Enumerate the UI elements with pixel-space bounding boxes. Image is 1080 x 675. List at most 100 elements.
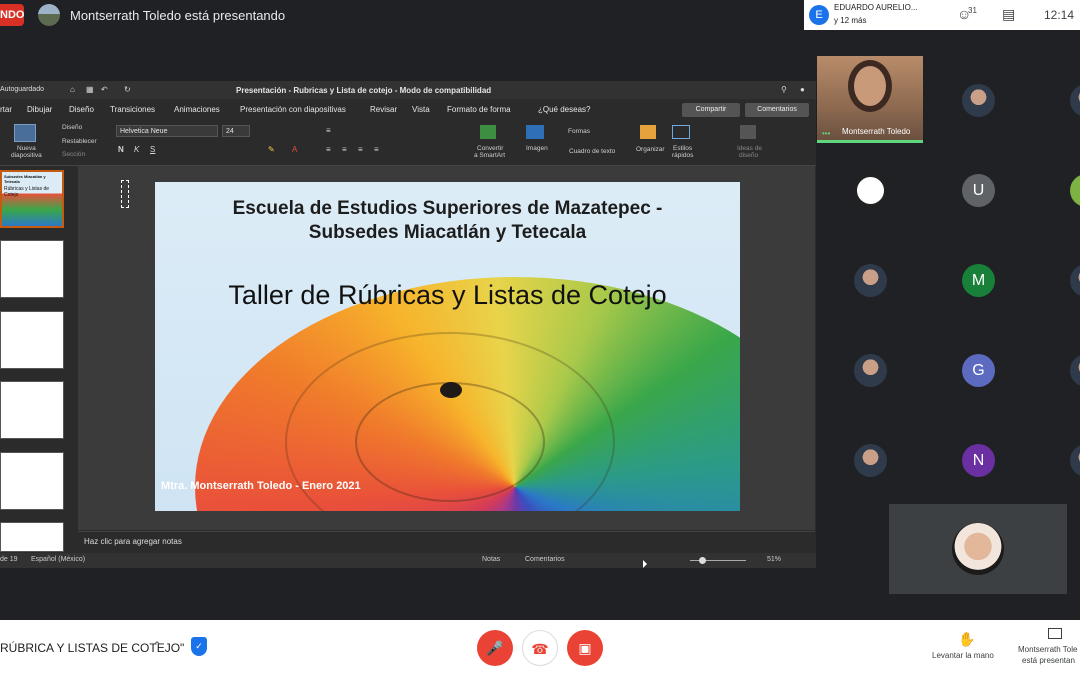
- design-ideas-icon[interactable]: [740, 125, 756, 139]
- slide-thumbnail-4[interactable]: [0, 381, 64, 439]
- arrange-label[interactable]: Organizar: [636, 146, 665, 153]
- slide-thumbnail-3[interactable]: [0, 311, 64, 369]
- layout-button[interactable]: Diseño: [62, 124, 82, 131]
- shield-icon[interactable]: ✓: [191, 637, 207, 656]
- participant-avatar-m: M: [962, 264, 995, 297]
- comments-toggle[interactable]: Comentarios: [525, 556, 565, 563]
- tab-animaciones[interactable]: Animaciones: [174, 105, 220, 114]
- new-slide-label[interactable]: Nueva: [17, 145, 36, 152]
- participant-photo-3: [854, 264, 887, 297]
- smartart-icon[interactable]: [480, 125, 496, 139]
- moflix-logo-avatar: [854, 174, 887, 207]
- present-icon[interactable]: [1048, 628, 1062, 639]
- clock: 12:14: [1044, 8, 1075, 22]
- presenting-badge: NDO: [0, 4, 24, 26]
- balloon-ring-inner: [355, 382, 545, 502]
- design-ideas-label-2[interactable]: diseño: [739, 152, 758, 159]
- align-center-icon[interactable]: ≡: [342, 145, 347, 154]
- quick-styles-icon[interactable]: [672, 125, 690, 139]
- people-count: 31: [968, 6, 977, 15]
- quick-styles-label[interactable]: Estilos: [673, 145, 692, 152]
- convert-smartart-label-2[interactable]: a SmartArt: [474, 152, 505, 159]
- hang-up-button[interactable]: ☎: [522, 630, 558, 666]
- section-button[interactable]: Sección: [62, 151, 85, 158]
- tab-presentacion[interactable]: Presentación con diapositivas: [240, 105, 346, 114]
- presenting-label[interactable]: Montserrath Tole: [1018, 645, 1077, 654]
- convert-smartart-label[interactable]: Convertir: [477, 145, 503, 152]
- tell-me-search[interactable]: ¿Qué deseas?: [538, 105, 590, 114]
- thumb-main: Rúbricas y Listas de Cotejo: [4, 186, 50, 198]
- reset-button[interactable]: Restablecer: [62, 138, 97, 145]
- bullets-icon[interactable]: ≡: [326, 126, 331, 135]
- tab-diseno[interactable]: Diseño: [69, 105, 94, 114]
- justify-icon[interactable]: ≡: [374, 145, 379, 154]
- chevron-up-icon[interactable]: ⌃: [152, 639, 162, 653]
- notes-pane[interactable]: Haz clic para agregar notas: [78, 531, 815, 551]
- tab-formato-forma[interactable]: Formato de forma: [447, 105, 511, 114]
- thumb-title: Subsedes Miacatlán y Tetecala: [4, 174, 46, 184]
- highlight-icon[interactable]: ✎: [268, 145, 275, 154]
- align-left-icon[interactable]: ≡: [326, 145, 331, 154]
- slide-title: Taller de Rúbricas y Listas de Cotejo: [228, 280, 667, 310]
- notes-toggle[interactable]: Notas: [482, 556, 500, 563]
- design-ideas-label[interactable]: Ideas de: [737, 145, 762, 152]
- font-family-select[interactable]: Helvetica Neue: [116, 125, 218, 137]
- raise-hand-label[interactable]: Levantar la mano: [932, 651, 994, 660]
- tab-vista[interactable]: Vista: [412, 105, 430, 114]
- home-icon[interactable]: ⌂: [70, 85, 75, 94]
- autosave-label[interactable]: Autoguardado: [0, 86, 44, 93]
- slide-school-line-2: Subsedes Miacatlán y Tetecala: [308, 222, 587, 243]
- meet-screen: NDO Montserrath Toledo está presentando …: [0, 0, 1080, 675]
- slide-thumbnail-5[interactable]: [0, 452, 64, 510]
- balloon-center: [440, 382, 462, 398]
- tab-transiciones[interactable]: Transiciones: [110, 105, 155, 114]
- font-color-icon[interactable]: A: [292, 145, 297, 154]
- slide-thumbnail-2[interactable]: [0, 240, 64, 298]
- participant-photo-1: [962, 84, 995, 117]
- tab-revisar[interactable]: Revisar: [370, 105, 397, 114]
- camera-off-button[interactable]: ▣: [567, 630, 603, 666]
- italic-icon[interactable]: K: [134, 145, 139, 154]
- tab-insertar[interactable]: rtar: [0, 105, 12, 114]
- chat-icon[interactable]: ▤: [1002, 6, 1015, 23]
- selection-handle[interactable]: [121, 180, 129, 208]
- mic-off-button[interactable]: 🎤: [477, 630, 513, 666]
- align-right-icon[interactable]: ≡: [358, 145, 363, 154]
- image-icon[interactable]: [526, 125, 544, 139]
- slide[interactable]: Escuela de Estudios Superiores de Mazate…: [155, 182, 740, 511]
- self-face: [848, 60, 892, 112]
- status-slide-count: de 19: [0, 556, 18, 563]
- redo-icon[interactable]: ↻: [124, 85, 131, 94]
- quick-styles-label-2[interactable]: rápidos: [672, 152, 693, 159]
- underline-icon[interactable]: S: [150, 145, 155, 154]
- participant-avatar-u: U: [962, 174, 995, 207]
- image-label[interactable]: Imagen: [526, 145, 548, 152]
- tab-dibujar[interactable]: Dibujar: [27, 105, 52, 114]
- presenting-label-2[interactable]: está presentan: [1022, 656, 1075, 665]
- save-icon[interactable]: ▦: [86, 85, 94, 94]
- raise-hand-icon[interactable]: ✋: [958, 631, 975, 648]
- zoom-level[interactable]: 51%: [767, 556, 781, 563]
- shapes-label[interactable]: Formas: [568, 128, 590, 135]
- speaking-indicator-icon: •••: [822, 129, 831, 138]
- share-button[interactable]: Compartir: [682, 103, 740, 117]
- ppt-window-title: Presentación - Rubricas y Lista de cotej…: [236, 86, 492, 95]
- font-size-select[interactable]: 24: [222, 125, 250, 137]
- search-icon[interactable]: ⚲: [781, 85, 787, 94]
- participant-avatar-n: N: [962, 444, 995, 477]
- comments-button[interactable]: Comentarios: [745, 103, 809, 117]
- undo-icon[interactable]: ↶: [101, 85, 108, 94]
- textbox-label[interactable]: Cuadro de texto: [569, 148, 615, 155]
- bold-icon[interactable]: N: [118, 145, 124, 154]
- slide-thumbnail-1[interactable]: Subsedes Miacatlán y Tetecala Rúbricas y…: [0, 170, 64, 228]
- zoom-slider-thumb[interactable]: [699, 557, 706, 564]
- viewer-more: y 12 más: [834, 16, 867, 25]
- slide-thumbnail-6[interactable]: [0, 522, 64, 552]
- presenter-avatar: [38, 4, 60, 26]
- participant-photo-5: [854, 354, 887, 387]
- status-language[interactable]: Español (México): [31, 556, 85, 563]
- new-slide-icon[interactable]: [14, 124, 36, 142]
- arrange-icon[interactable]: [640, 125, 656, 139]
- profile-icon[interactable]: ●: [800, 85, 805, 94]
- new-slide-label-2[interactable]: diapositiva: [11, 152, 42, 159]
